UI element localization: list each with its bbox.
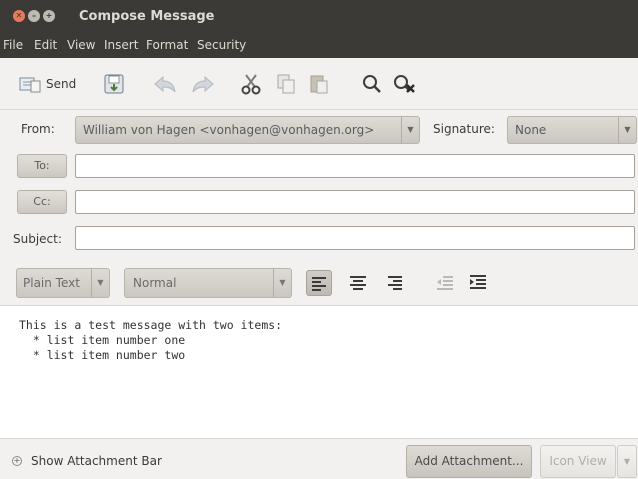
align-center-button[interactable] — [346, 270, 372, 296]
cut-button[interactable] — [241, 72, 261, 96]
show-attachment-bar-toggle[interactable]: Show Attachment Bar — [31, 454, 162, 468]
send-button[interactable]: Send — [19, 72, 76, 96]
attachment-bar: + Show Attachment Bar Add Attachment... … — [0, 438, 638, 479]
send-label: Send — [46, 77, 77, 91]
subject-label: Subject: — [13, 232, 62, 246]
cc-button[interactable]: Cc: — [17, 190, 67, 214]
signature-label: Signature: — [433, 122, 495, 136]
menu-edit[interactable]: Edit — [34, 38, 57, 52]
menu-format[interactable]: Format — [146, 38, 188, 52]
forward-icon — [192, 75, 214, 93]
save-icon — [104, 74, 124, 94]
paste-button — [309, 72, 329, 96]
signature-value: None — [515, 123, 547, 137]
send-icon — [19, 77, 41, 93]
forward-button — [191, 72, 215, 96]
menu-insert[interactable]: Insert — [104, 38, 138, 52]
outdent-button — [433, 270, 459, 296]
from-value: William von Hagen <vonhagen@vonhagen.org… — [83, 123, 375, 137]
message-body[interactable]: This is a test message with two items: *… — [0, 306, 638, 438]
menu-bar: File Edit View Insert Format Security — [0, 33, 638, 58]
from-label: From: — [21, 122, 55, 136]
paragraph-style-select[interactable]: Normal ▼ — [124, 268, 292, 298]
find-icon — [363, 75, 381, 93]
maximize-icon: + — [45, 11, 53, 20]
align-center-icon — [350, 276, 366, 290]
save-button[interactable] — [103, 72, 125, 96]
align-right-icon — [388, 276, 402, 290]
format-mode-value: Plain Text — [23, 276, 80, 290]
paste-icon — [310, 75, 328, 94]
chevron-down-icon: ▼ — [618, 117, 636, 143]
view-mode-select: Icon View — [540, 445, 616, 478]
add-attachment-button[interactable]: Add Attachment... — [406, 445, 532, 478]
menu-file[interactable]: File — [3, 38, 23, 52]
align-left-button[interactable] — [306, 270, 332, 296]
to-button[interactable]: To: — [17, 154, 67, 178]
minimize-icon: – — [32, 11, 36, 20]
window-minimize-button[interactable]: – — [28, 10, 40, 22]
close-icon: ✕ — [15, 11, 23, 20]
align-right-button[interactable] — [383, 270, 409, 296]
to-field[interactable] — [75, 154, 635, 178]
title-bar: ✕ – + Compose Message — [0, 0, 638, 33]
format-toolbar: Plain Text ▼ Normal ▼ — [0, 258, 638, 306]
chevron-down-icon: ▼ — [401, 117, 419, 143]
outdent-icon — [437, 276, 453, 290]
reply-button — [153, 72, 177, 96]
menu-view[interactable]: View — [67, 38, 95, 52]
reply-icon — [154, 75, 176, 93]
indent-button[interactable] — [466, 270, 492, 296]
format-mode-select[interactable]: Plain Text ▼ — [16, 268, 110, 298]
window-close-button[interactable]: ✕ — [13, 10, 25, 22]
cc-field[interactable] — [75, 190, 635, 214]
window-maximize-button[interactable]: + — [43, 10, 55, 22]
message-header: From: William von Hagen <vonhagen@vonhag… — [0, 110, 638, 258]
chevron-down-icon: ▼ — [273, 269, 291, 297]
spellcheck-button[interactable] — [392, 72, 420, 96]
chevron-down-icon: ▼ — [91, 269, 109, 297]
expander-plus-icon[interactable]: + — [12, 456, 22, 466]
main-toolbar: Send — [0, 58, 638, 110]
cut-icon — [241, 74, 261, 95]
copy-icon — [277, 74, 295, 94]
indent-icon — [470, 275, 486, 289]
paragraph-style-value: Normal — [133, 276, 177, 290]
subject-field[interactable] — [75, 226, 635, 250]
from-select[interactable]: William von Hagen <vonhagen@vonhagen.org… — [75, 116, 420, 144]
chevron-down-icon: ▼ — [617, 445, 637, 478]
align-left-icon — [312, 277, 326, 291]
signature-select[interactable]: None ▼ — [507, 116, 637, 144]
find-button[interactable] — [361, 72, 383, 96]
menu-security[interactable]: Security — [197, 38, 246, 52]
spellcheck-icon — [394, 75, 415, 93]
window-title: Compose Message — [79, 9, 215, 24]
copy-button — [276, 72, 296, 96]
